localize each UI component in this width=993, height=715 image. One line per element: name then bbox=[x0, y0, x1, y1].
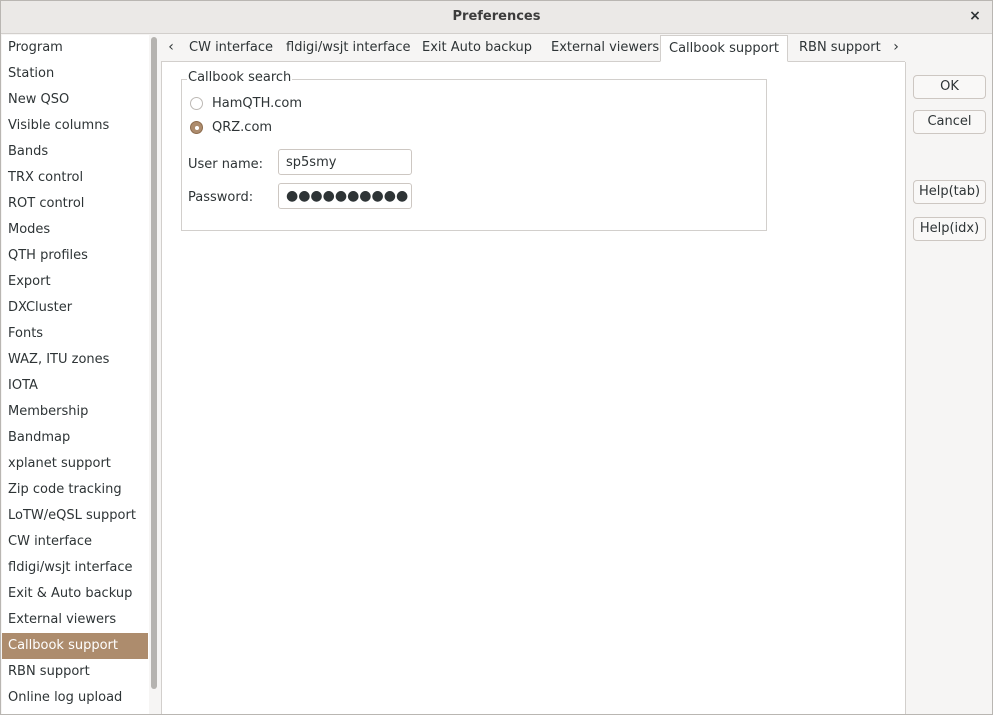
preferences-window: Preferences × Program Station New QSO Visib… bbox=[0, 0, 993, 715]
sidebar-item-online-log-upload[interactable]: Online log upload bbox=[2, 685, 148, 711]
group-title: Callbook search bbox=[187, 70, 293, 85]
sidebar-item-waz-itu-zones[interactable]: WAZ, ITU zones bbox=[2, 347, 148, 373]
preferences-sidebar: Program Station New QSO Visible columns Band… bbox=[2, 35, 150, 714]
username-field[interactable] bbox=[278, 149, 412, 175]
tab-fldigi-wsjt-interface[interactable]: fldigi/wsjt interface bbox=[278, 35, 419, 61]
ok-button[interactable]: OK bbox=[913, 75, 986, 99]
sidebar-item-dxcluster[interactable]: DXCluster bbox=[2, 295, 148, 321]
tab-exit-auto-backup[interactable]: Exit Auto backup bbox=[414, 35, 540, 61]
sidebar-item-rbn-support[interactable]: RBN support bbox=[2, 659, 148, 685]
sidebar-item-bands[interactable]: Bands bbox=[2, 139, 148, 165]
tab-external-viewers[interactable]: External viewers bbox=[543, 35, 667, 61]
sidebar-item-bandmap[interactable]: Bandmap bbox=[2, 425, 148, 451]
sidebar-item-lotw-eqsl-support[interactable]: LoTW/eQSL support bbox=[2, 503, 148, 529]
sidebar-item-callbook-support[interactable]: Callbook support bbox=[2, 633, 148, 659]
radio-button-selected-icon[interactable] bbox=[190, 121, 203, 134]
sidebar-item-trx-control[interactable]: TRX control bbox=[2, 165, 148, 191]
tab-cw-interface[interactable]: CW interface bbox=[181, 35, 281, 61]
sidebar-item-xplanet-support[interactable]: xplanet support bbox=[2, 451, 148, 477]
window-title: Preferences bbox=[452, 9, 541, 24]
radio-label-qrz: QRZ.com bbox=[212, 120, 273, 135]
username-label: User name: bbox=[188, 157, 264, 172]
sidebar-item-fonts[interactable]: Fonts bbox=[2, 321, 148, 347]
sidebar-item-export[interactable]: Export bbox=[2, 269, 148, 295]
help-tab-button[interactable]: Help(tab) bbox=[913, 180, 986, 204]
tab-scroll-left-icon[interactable]: ‹ bbox=[163, 35, 179, 59]
title-bar: Preferences × bbox=[1, 1, 992, 34]
help-idx-button[interactable]: Help(idx) bbox=[913, 217, 986, 241]
sidebar-item-rot-control[interactable]: ROT control bbox=[2, 191, 148, 217]
sidebar-item-visible-columns[interactable]: Visible columns bbox=[2, 113, 148, 139]
sidebar-scrollbar[interactable] bbox=[151, 37, 157, 689]
sidebar-item-qth-profiles[interactable]: QTH profiles bbox=[2, 243, 148, 269]
tab-callbook-support[interactable]: Callbook support bbox=[660, 35, 788, 62]
password-label: Password: bbox=[188, 190, 254, 205]
tab-rbn-support[interactable]: RBN support bbox=[791, 35, 889, 61]
radio-button-icon[interactable] bbox=[190, 97, 203, 110]
radio-label-hamqth: HamQTH.com bbox=[212, 96, 303, 111]
cancel-button[interactable]: Cancel bbox=[913, 110, 986, 134]
sidebar-item-zip-code-tracking[interactable]: Zip code tracking bbox=[2, 477, 148, 503]
close-icon[interactable]: × bbox=[967, 8, 983, 24]
tab-content-callbook: Callbook search HamQTH.com QRZ.com User … bbox=[161, 62, 906, 714]
sidebar-item-cw-interface[interactable]: CW interface bbox=[2, 529, 148, 555]
tab-strip: ‹ CW interface fldigi/wsjt interface Exi… bbox=[161, 35, 905, 62]
password-mask: ●●●●●●●●●● bbox=[286, 188, 409, 204]
sidebar-item-program[interactable]: Program bbox=[2, 35, 148, 61]
sidebar-item-iota[interactable]: IOTA bbox=[2, 373, 148, 399]
sidebar-item-external-viewers[interactable]: External viewers bbox=[2, 607, 148, 633]
tab-scroll-right-icon[interactable]: › bbox=[888, 35, 904, 59]
sidebar-item-station[interactable]: Station bbox=[2, 61, 148, 87]
sidebar-item-membership[interactable]: Membership bbox=[2, 399, 148, 425]
sidebar-item-fldigi-wsjt-interface[interactable]: fldigi/wsjt interface bbox=[2, 555, 148, 581]
sidebar-item-exit-auto-backup[interactable]: Exit & Auto backup bbox=[2, 581, 148, 607]
sidebar-item-modes[interactable]: Modes bbox=[2, 217, 148, 243]
sidebar-item-new-qso[interactable]: New QSO bbox=[2, 87, 148, 113]
